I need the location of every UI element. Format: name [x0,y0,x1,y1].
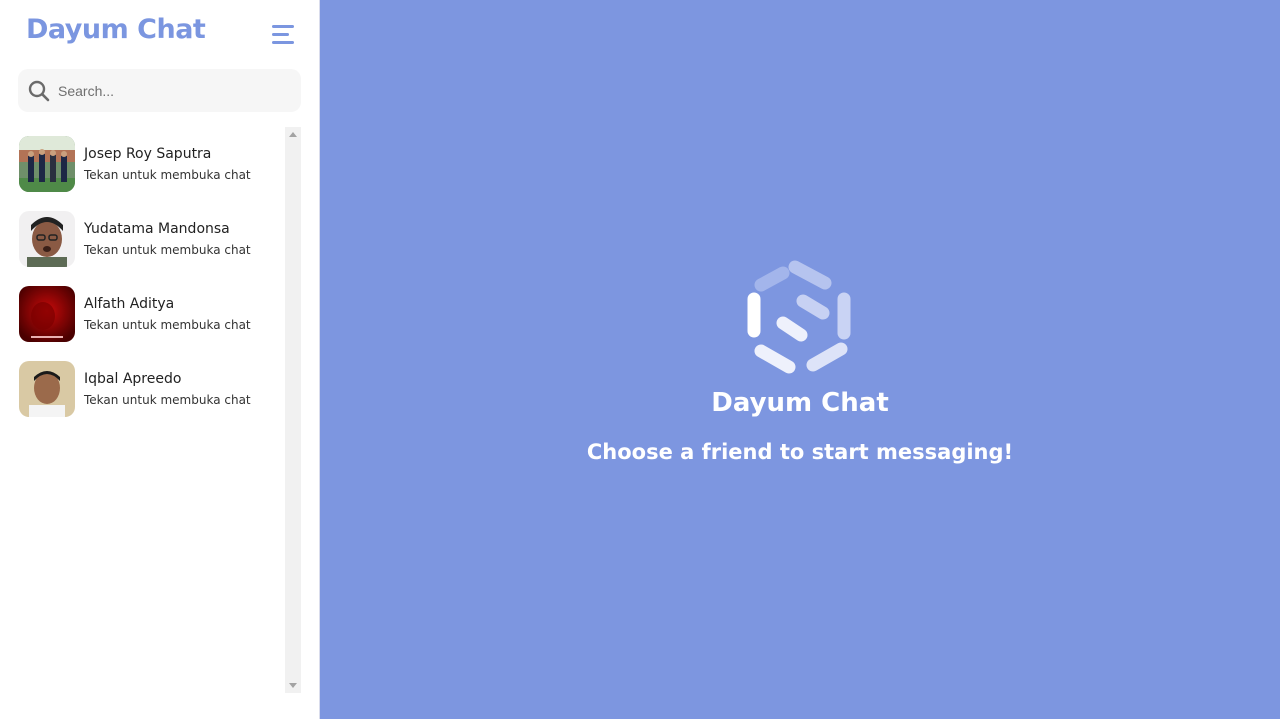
contact-name: Iqbal Apreedo [84,371,182,387]
app-window: Dayum Chat Search... Josep Roy Saputra T… [0,0,1280,719]
contact-name: Yudatama Mandonsa [84,221,230,237]
contact-item[interactable]: Josep Roy Saputra Tekan untuk membuka ch… [18,127,280,202]
search-input[interactable] [58,69,288,112]
contact-list: Josep Roy Saputra Tekan untuk membuka ch… [18,127,280,692]
avatar [19,136,75,192]
sidebar: Dayum Chat Search... Josep Roy Saputra T… [0,0,320,719]
contact-name: Josep Roy Saputra [84,146,212,162]
welcome-title: Dayum Chat [711,388,889,418]
search-box [18,69,301,112]
avatar [19,286,75,342]
welcome-panel: Dayum Chat Choose a friend to start mess… [320,0,1280,719]
search-icon [28,80,50,102]
contact-name: Alfath Aditya [84,296,175,312]
hamburger-menu-icon[interactable] [272,25,296,47]
contact-subtitle: Tekan untuk membuka chat [84,318,251,332]
welcome-subtitle: Choose a friend to start messaging! [586,440,1014,464]
contact-subtitle: Tekan untuk membuka chat [84,168,251,182]
contact-item[interactable]: Yudatama Mandonsa Tekan untuk membuka ch… [18,202,280,277]
scroll-down-arrow-icon[interactable] [289,683,297,688]
contact-subtitle: Tekan untuk membuka chat [84,393,251,407]
avatar [19,361,75,417]
avatar [19,211,75,267]
contact-item[interactable]: Alfath Aditya Tekan untuk membuka chat [18,277,280,352]
brand-title: Dayum Chat [26,14,206,45]
contact-list-scrollbar[interactable] [285,127,301,693]
contact-subtitle: Tekan untuk membuka chat [84,243,251,257]
contact-item[interactable]: Iqbal Apreedo Tekan untuk membuka chat [18,352,280,427]
scroll-up-arrow-icon[interactable] [289,132,297,137]
hexagon-swirl-logo-icon [747,260,851,374]
